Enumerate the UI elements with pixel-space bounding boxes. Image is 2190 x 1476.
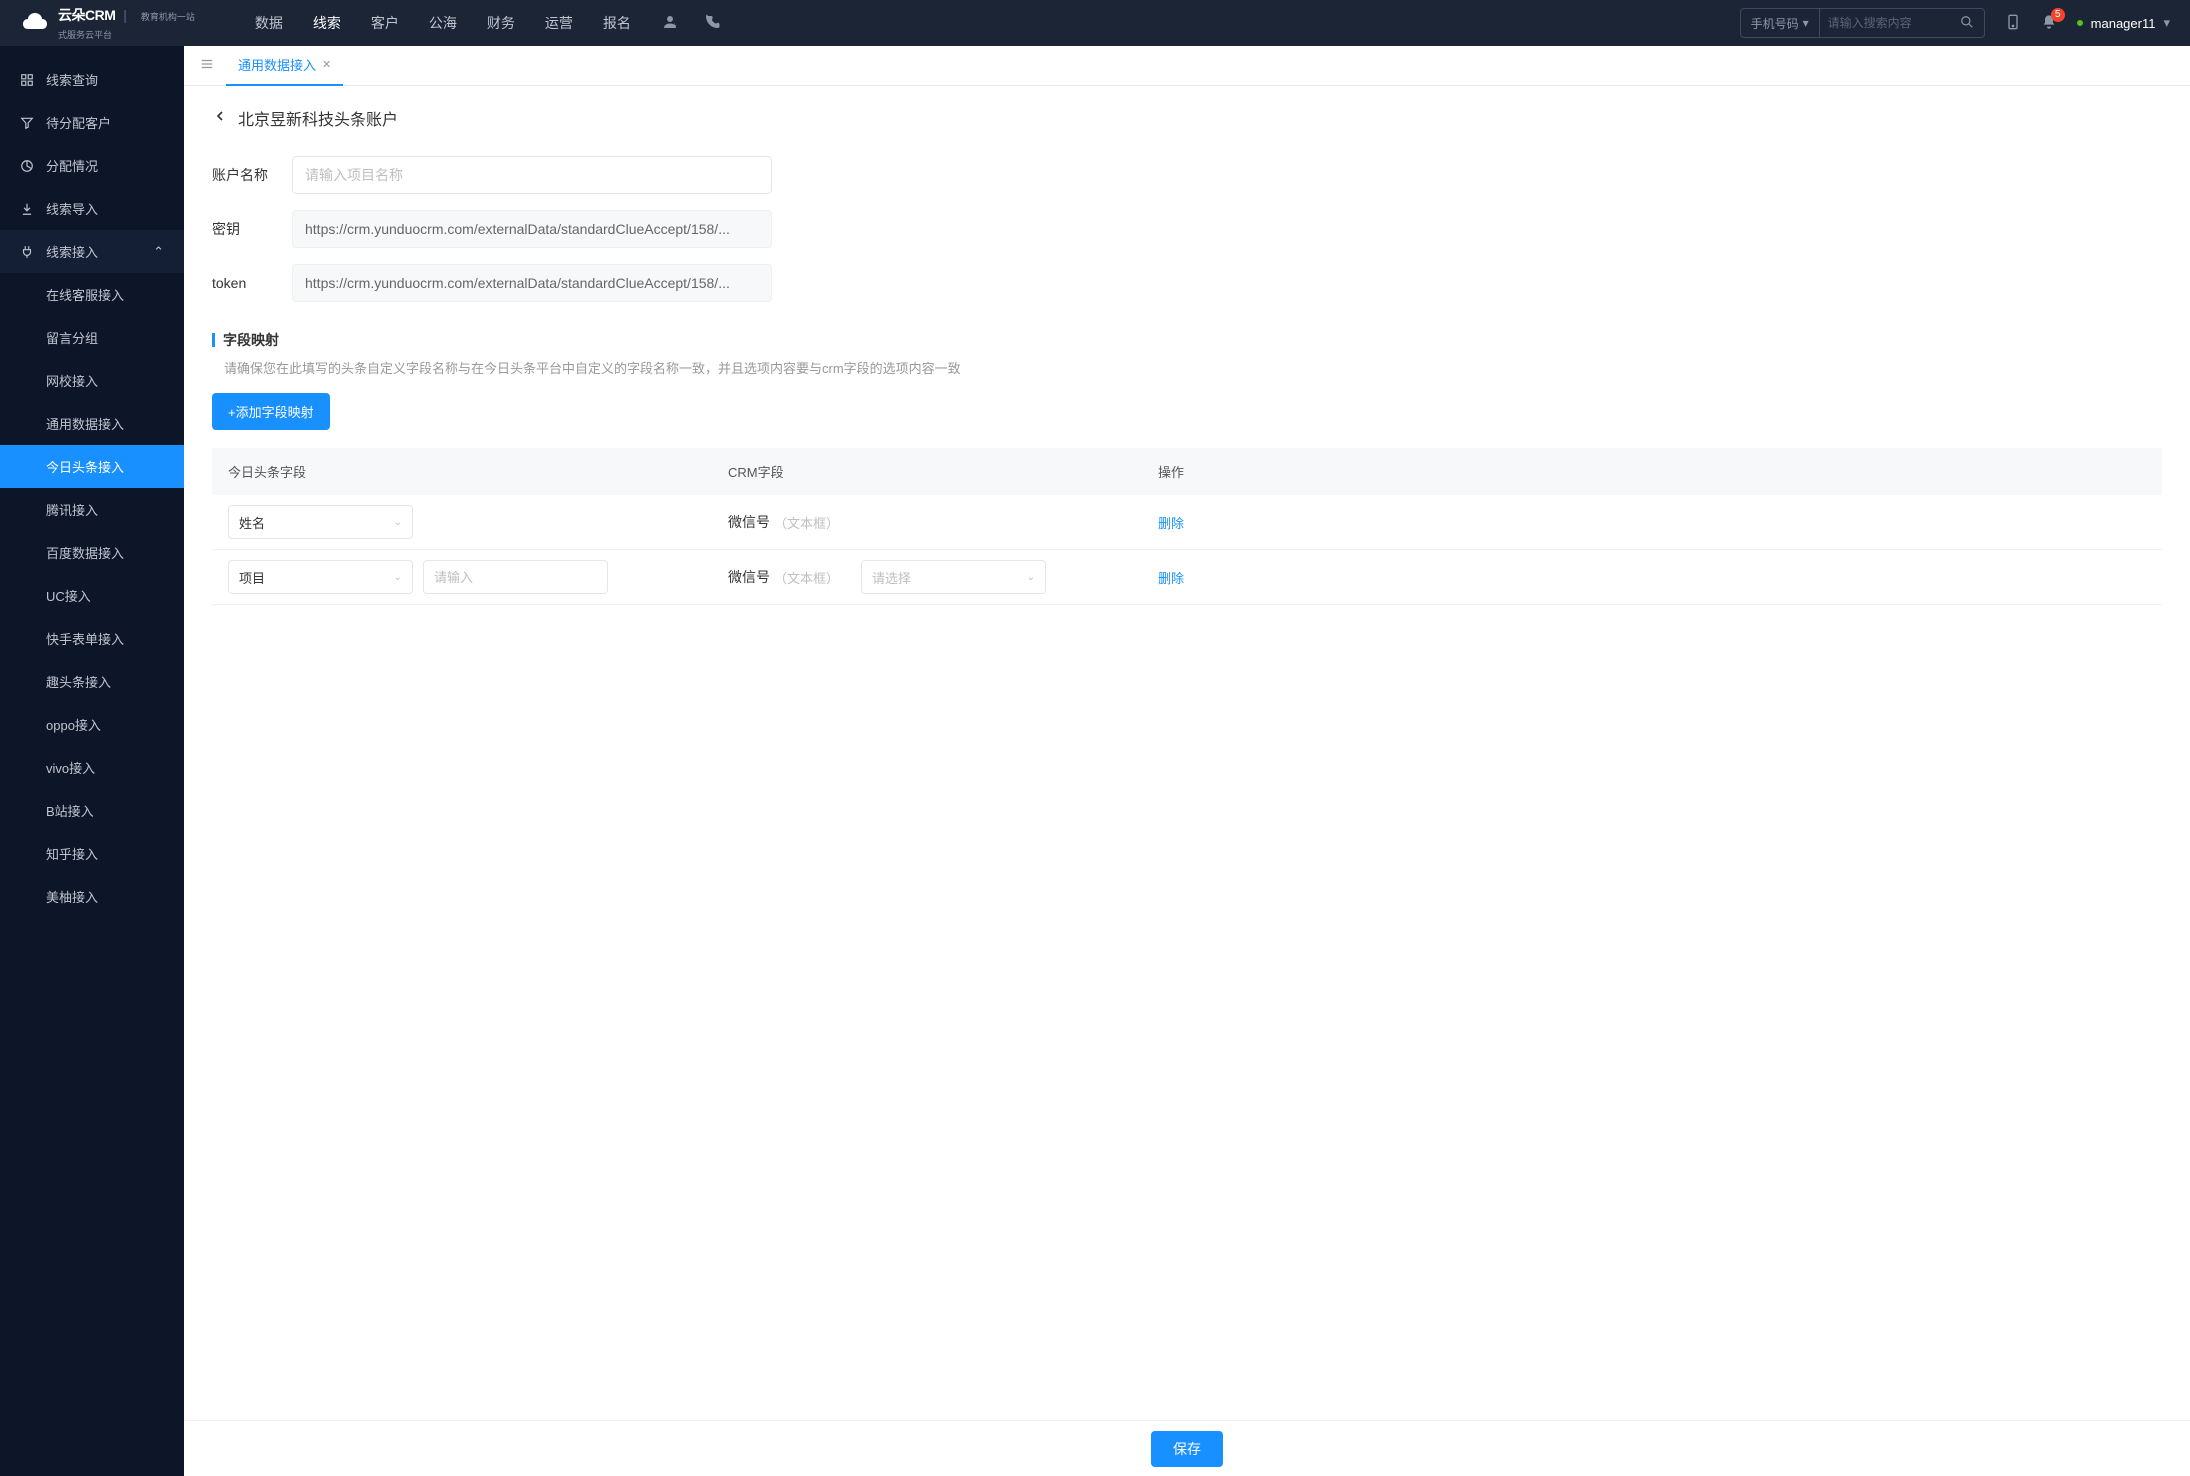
footer-bar: 保存 <box>184 1420 2190 1476</box>
chevron-down-icon: ▾ <box>1803 16 1809 30</box>
tabs-bar: 通用数据接入 ✕ <box>184 46 2190 86</box>
crm-field-label: 微信号 <box>728 512 770 532</box>
filter-icon <box>20 116 34 130</box>
table-row: 姓名 ⌄ 微信号 （文本框） 删除 <box>212 495 2162 550</box>
user-menu[interactable]: manager11 ▾ <box>2077 15 2170 31</box>
pie-icon <box>20 159 34 173</box>
notification-badge: 5 <box>2051 8 2065 22</box>
sidebar: 线索查询 待分配客户 分配情况 线索导入 线索接入 ⌃ 在线客服接入 留言分组 … <box>0 46 184 1476</box>
logo-icon <box>20 11 52 35</box>
page-title: 北京昱新科技头条账户 <box>238 106 398 130</box>
top-nav: 数据 线索 客户 公海 财务 运营 报名 <box>255 13 631 33</box>
sidebar-sub-bilibili[interactable]: B站接入 <box>0 789 184 832</box>
sidebar-item-clue-access[interactable]: 线索接入 ⌃ <box>0 230 184 273</box>
sidebar-sub-uc[interactable]: UC接入 <box>0 574 184 617</box>
mobile-icon[interactable] <box>2005 14 2021 33</box>
sidebar-sub-general-data[interactable]: 通用数据接入 <box>0 402 184 445</box>
nav-customer[interactable]: 客户 <box>371 13 399 33</box>
call-icon[interactable] <box>703 13 721 34</box>
account-name-input[interactable] <box>292 156 772 194</box>
chevron-down-icon: ⌄ <box>394 572 402 583</box>
nav-finance[interactable]: 财务 <box>487 13 515 33</box>
crm-option-select[interactable]: 请选择 ⌄ <box>861 560 1046 594</box>
nav-public[interactable]: 公海 <box>429 13 457 33</box>
tab-general-data[interactable]: 通用数据接入 ✕ <box>226 46 343 86</box>
sidebar-sub-meiyou[interactable]: 美柚接入 <box>0 875 184 918</box>
sidebar-sub-kuaishou[interactable]: 快手表单接入 <box>0 617 184 660</box>
section-mapping-title: 字段映射 <box>223 330 279 350</box>
crm-field-type: （文本框） <box>774 513 839 532</box>
breadcrumb: 北京昱新科技头条账户 <box>212 106 2162 130</box>
sidebar-sub-toutiao[interactable]: 今日头条接入 <box>0 445 184 488</box>
nav-signup[interactable]: 报名 <box>603 13 631 33</box>
toutiao-field-input[interactable] <box>423 560 608 594</box>
section-mapping-header: 字段映射 <box>212 330 2162 350</box>
close-icon[interactable]: ✕ <box>322 58 331 71</box>
section-bar-icon <box>212 333 215 347</box>
header-icons: + <box>661 13 721 34</box>
sidebar-sub-school-access[interactable]: 网校接入 <box>0 359 184 402</box>
search-box: 手机号码 ▾ <box>1740 8 1985 38</box>
chevron-down-icon: ⌄ <box>394 517 402 528</box>
crm-field-label: 微信号 <box>728 567 770 587</box>
sidebar-item-clue-query[interactable]: 线索查询 <box>0 58 184 101</box>
search-type-select[interactable]: 手机号码 ▾ <box>1741 9 1820 37</box>
sidebar-sub-zhihu[interactable]: 知乎接入 <box>0 832 184 875</box>
mapping-table: 今日头条字段 CRM字段 操作 姓名 ⌄ 微信号 （文本框） <box>212 448 2162 605</box>
crm-field-type: （文本框） <box>774 568 839 587</box>
logo: 云朵CRM | 教育机构一站式服务云平台 <box>20 5 195 41</box>
add-mapping-button[interactable]: +添加字段映射 <box>212 393 330 430</box>
token-label: token <box>212 275 272 291</box>
col-crm-field: CRM字段 <box>728 462 1158 481</box>
logo-text: 云朵CRM <box>58 7 115 23</box>
table-row: 项目 ⌄ 微信号 （文本框） 请选择 ⌄ 删除 <box>212 550 2162 605</box>
sidebar-sub-baidu[interactable]: 百度数据接入 <box>0 531 184 574</box>
save-button[interactable]: 保存 <box>1151 1431 1223 1467</box>
secret-label: 密钥 <box>212 219 272 239</box>
sidebar-item-pending-customer[interactable]: 待分配客户 <box>0 101 184 144</box>
sidebar-sub-message-group[interactable]: 留言分组 <box>0 316 184 359</box>
chevron-down-icon: ⌄ <box>1027 572 1035 583</box>
nav-data[interactable]: 数据 <box>255 13 283 33</box>
hamburger-icon[interactable] <box>194 57 220 74</box>
toutiao-field-select[interactable]: 项目 ⌄ <box>228 560 413 594</box>
chevron-down-icon: ▾ <box>2163 15 2170 31</box>
chevron-up-icon: ⌃ <box>153 244 164 260</box>
table-header: 今日头条字段 CRM字段 操作 <box>212 448 2162 495</box>
status-dot-icon <box>2077 20 2083 26</box>
sidebar-item-allocation[interactable]: 分配情况 <box>0 144 184 187</box>
toutiao-field-select[interactable]: 姓名 ⌄ <box>228 505 413 539</box>
export-icon <box>20 202 34 216</box>
col-toutiao-field: 今日头条字段 <box>228 462 728 481</box>
col-operation: 操作 <box>1158 462 2146 481</box>
delete-link[interactable]: 删除 <box>1158 571 1184 586</box>
sidebar-sub-oppo[interactable]: oppo接入 <box>0 703 184 746</box>
svg-text:+: + <box>672 20 677 29</box>
back-icon[interactable] <box>212 108 228 129</box>
token-input[interactable] <box>292 264 772 302</box>
sidebar-sub-tencent[interactable]: 腾讯接入 <box>0 488 184 531</box>
sidebar-sub-vivo[interactable]: vivo接入 <box>0 746 184 789</box>
search-input[interactable] <box>1820 16 1950 30</box>
delete-link[interactable]: 删除 <box>1158 516 1184 531</box>
main-content: 通用数据接入 ✕ 北京昱新科技头条账户 账户名称 密钥 token <box>184 46 2190 1476</box>
grid-icon <box>20 73 34 87</box>
section-mapping-desc: 请确保您在此填写的头条自定义字段名称与在今日头条平台中自定义的字段名称一致，并且… <box>224 358 2162 377</box>
sidebar-item-clue-import[interactable]: 线索导入 <box>0 187 184 230</box>
sidebar-sub-online-service[interactable]: 在线客服接入 <box>0 273 184 316</box>
account-name-label: 账户名称 <box>212 165 272 185</box>
top-header: 云朵CRM | 教育机构一站式服务云平台 数据 线索 客户 公海 财务 运营 报… <box>0 0 2190 46</box>
plug-icon <box>20 245 34 259</box>
secret-input[interactable] <box>292 210 772 248</box>
sidebar-sub-qutoutiao[interactable]: 趣头条接入 <box>0 660 184 703</box>
nav-operation[interactable]: 运营 <box>545 13 573 33</box>
notification-bell[interactable]: 5 <box>2041 14 2057 33</box>
nav-clue[interactable]: 线索 <box>313 13 341 33</box>
username-label: manager11 <box>2091 16 2156 31</box>
user-icon[interactable]: + <box>661 13 679 34</box>
search-button[interactable] <box>1950 15 1984 32</box>
